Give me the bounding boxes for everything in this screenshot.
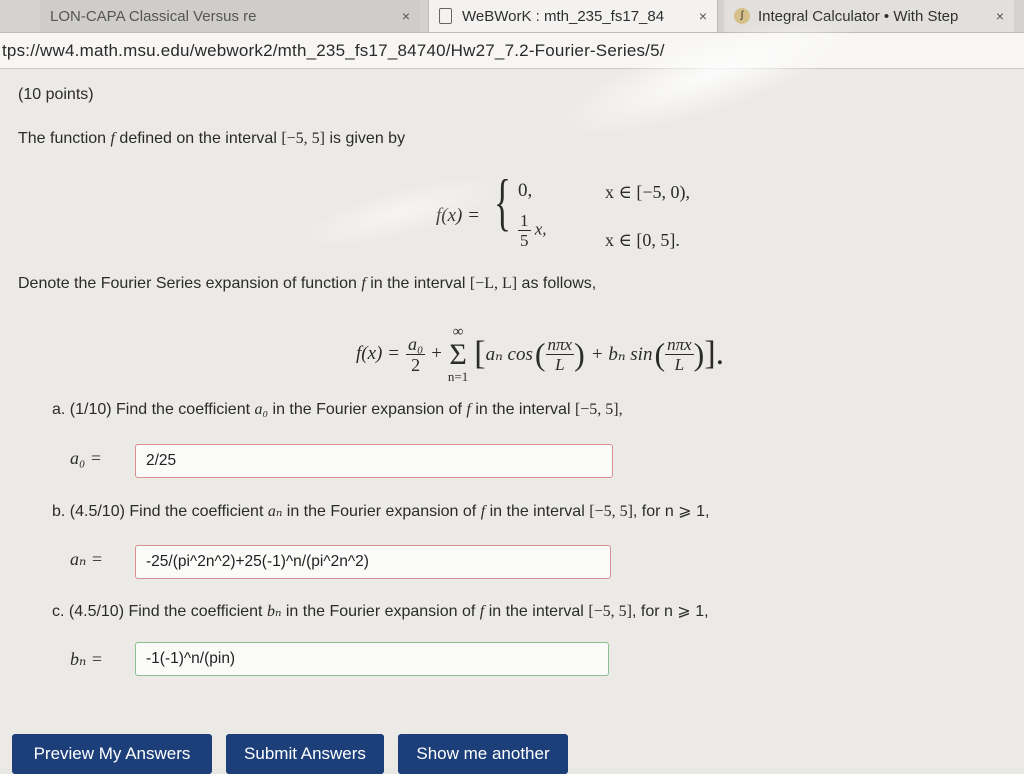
case2-fraction: 1 5 x, xyxy=(518,212,547,249)
sum-lower: n=1 xyxy=(447,369,469,384)
intro-text: The function xyxy=(18,130,107,147)
part-suffix: , for n ⩾ 1, xyxy=(632,503,710,520)
summation: ∞ Σ n=1 xyxy=(447,325,469,384)
a0-denominator: 2 xyxy=(411,354,421,375)
part-text: in the Fourier expansion of xyxy=(286,503,477,520)
denote-text: Denote the Fourier Series expansion of f… xyxy=(18,275,596,293)
function-symbol: f xyxy=(466,401,471,418)
denote-mid: in the interval xyxy=(370,275,466,292)
cos-term: aₙ cos xyxy=(485,343,533,365)
part-c-question: c. (4.5/10) Find the coefficient bₙ in t… xyxy=(52,601,709,621)
fraction-denominator: 5 xyxy=(520,231,529,250)
sin-arg-numerator: nπx xyxy=(665,334,694,355)
submit-answers-button[interactable]: Submit Answers xyxy=(226,734,384,774)
part-text: in the Fourier expansion of xyxy=(272,401,462,418)
document-icon xyxy=(439,8,452,24)
function-symbol: f xyxy=(479,603,485,620)
part-a-answer-label: a₀ = xyxy=(70,448,102,468)
part-c-answer-label: bₙ = xyxy=(70,649,103,669)
plus-sign: + xyxy=(431,343,442,364)
close-icon[interactable]: × xyxy=(402,8,410,24)
fourier-series-formula: f(x) = a₀ 2 + ∞ Σ n=1 [ aₙ cos ( nπx L )… xyxy=(356,324,725,384)
interval: [−5, 5] xyxy=(281,130,326,147)
points-label: (10 points) xyxy=(18,86,94,103)
brace: { xyxy=(494,166,511,237)
sin-arg-denominator: L xyxy=(674,354,685,374)
part-label: c. (4.5/10) Find the coefficient xyxy=(52,603,263,620)
denote-prefix: Denote the Fourier Series expansion of f… xyxy=(18,275,357,292)
case1-domain: x ∈ [−5, 0), xyxy=(605,182,690,202)
case2-variable: x, xyxy=(534,219,547,239)
case1-value: 0, xyxy=(518,180,533,201)
interval: [−5, 5] xyxy=(589,503,633,520)
sum-symbol: Σ xyxy=(449,338,467,371)
tab-label: WeBWorK : mth_235_fs17_84 xyxy=(462,7,665,25)
preview-answers-button[interactable]: Preview My Answers xyxy=(12,734,212,774)
tab-label: Integral Calculator • With Step xyxy=(758,7,959,25)
intro-text: defined on the interval xyxy=(119,130,277,147)
part-text: in the interval xyxy=(488,603,584,620)
answer-input-an[interactable]: -25/(pi^2n^2)+25(-1)^n/(pi^2n^2) xyxy=(135,545,611,579)
function-symbol: f xyxy=(110,130,115,147)
tab-lon-capa[interactable]: LON-CAPA Classical Versus re × xyxy=(40,0,420,32)
close-icon[interactable]: × xyxy=(996,8,1004,24)
sin-term: + bₙ sin xyxy=(590,343,653,365)
coefficient-symbol: a₀ xyxy=(254,401,269,418)
coefficient-symbol: bₙ xyxy=(266,603,282,620)
function-symbol: f xyxy=(361,275,366,292)
piecewise-lhs-text: f(x) = xyxy=(436,205,480,226)
part-text: in the Fourier expansion of xyxy=(285,603,476,620)
piecewise-lhs: f(x) = xyxy=(436,205,480,227)
part-text: in the interval xyxy=(489,503,585,520)
part-b-answer-label: aₙ = xyxy=(70,549,103,569)
interval: [−5, 5] xyxy=(588,603,632,620)
close-icon[interactable]: × xyxy=(699,8,707,24)
part-label: b. (4.5/10) Find the coefficient xyxy=(52,503,264,520)
part-text: in the interval xyxy=(475,401,571,418)
problem-intro: The function f defined on the interval [… xyxy=(18,130,405,148)
cos-arg-denominator: L xyxy=(555,354,565,374)
denote-suffix: as follows, xyxy=(521,275,597,292)
answer-input-bn[interactable]: -1(-1)^n/(pin) xyxy=(135,642,609,676)
fraction-numerator: 1 xyxy=(518,211,531,231)
address-bar[interactable]: tps://ww4.math.msu.edu/webwork2/mth_235_… xyxy=(0,33,1024,69)
url-text[interactable]: tps://ww4.math.msu.edu/webwork2/mth_235_… xyxy=(2,41,665,61)
part-label: a. (1/10) Find the coefficient xyxy=(52,401,251,418)
calculator-icon: ∫ xyxy=(734,8,750,24)
browser-tab-bar: LON-CAPA Classical Versus re × WeBWorK :… xyxy=(0,0,1024,33)
interval: [−5, 5], xyxy=(574,401,623,418)
function-symbol: f xyxy=(480,503,486,520)
tab-label: LON-CAPA Classical Versus re xyxy=(50,7,257,25)
part-suffix: , for n ⩾ 1, xyxy=(632,603,709,620)
part-b-question: b. (4.5/10) Find the coefficient aₙ in t… xyxy=(52,501,709,521)
part-a-question: a. (1/10) Find the coefficient a₀ in the… xyxy=(52,401,623,419)
coefficient-symbol: aₙ xyxy=(267,503,283,520)
show-another-button[interactable]: Show me another xyxy=(398,734,568,774)
cos-arg-numerator: nπx xyxy=(545,334,575,355)
tab-integral-calculator[interactable]: ∫ Integral Calculator • With Step × xyxy=(724,0,1014,32)
a0-numerator: a₀ xyxy=(405,333,426,355)
series-lhs: f(x) = xyxy=(356,343,400,364)
answer-input-a0[interactable]: 2/25 xyxy=(135,444,613,478)
interval: [−L, L] xyxy=(469,275,518,292)
case2-domain: x ∈ [0, 5]. xyxy=(605,230,680,250)
tab-webwork[interactable]: WeBWorK : mth_235_fs17_84 × xyxy=(428,0,718,32)
intro-text: is given by xyxy=(329,130,406,147)
